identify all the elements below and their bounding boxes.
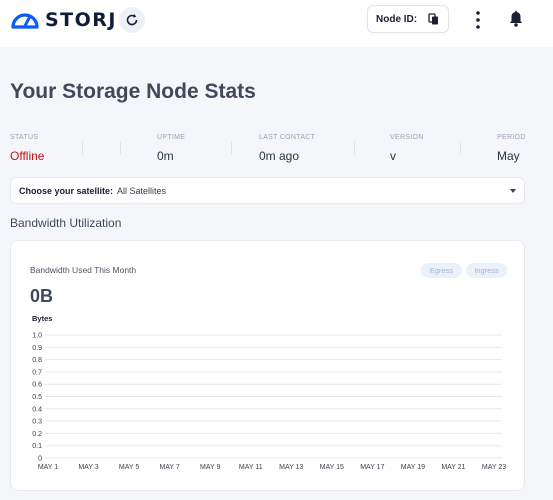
last-contact-label: LAST CONTACT — [259, 134, 316, 141]
chart-y-tick-label: 0.4 — [32, 406, 42, 413]
last-contact-value: 0m ago — [259, 149, 300, 163]
chart-y-tick-label: 0.2 — [32, 431, 42, 438]
storj-logo[interactable]: STORJ — [10, 9, 117, 31]
chart-x-tick-label: MAY 13 — [279, 464, 303, 471]
page-title: Your Storage Node Stats — [10, 80, 256, 103]
version-value: v — [390, 149, 396, 163]
top-header: STORJ Node ID: — [0, 0, 553, 47]
refresh-icon — [126, 14, 138, 26]
version-label: VERSION — [390, 134, 424, 141]
storj-logo-icon — [11, 13, 39, 29]
chart-y-tick-label: 0.5 — [32, 394, 42, 401]
chart-x-tick-label: MAY 23 — [482, 464, 506, 471]
chart-y-tick-label: 0.9 — [32, 345, 42, 352]
kebab-icon[interactable] — [472, 10, 484, 30]
refresh-button[interactable] — [119, 7, 145, 33]
chart-y-tick-label: 0.8 — [32, 357, 42, 364]
period-label: PERIOD — [497, 134, 526, 141]
chart-x-tick-label: MAY 15 — [320, 464, 344, 471]
bandwidth-section-title: Bandwidth Utilization — [10, 216, 122, 230]
chart-y-tick-label: 0.1 — [32, 443, 42, 450]
status-value: Offline — [10, 149, 45, 163]
chart-x-tick-label: MAY 5 — [119, 464, 139, 471]
chart-x-tick-label: MAY 9 — [200, 464, 220, 471]
copy-icon[interactable] — [428, 13, 439, 25]
stat-divider — [120, 141, 121, 155]
stat-divider — [231, 141, 232, 155]
satellite-select-label: Choose your satellite: — [19, 185, 114, 196]
chart-y-tick-label: 0 — [38, 456, 42, 463]
stat-divider — [82, 141, 83, 155]
chart-x-tick-label: MAY 7 — [159, 464, 179, 471]
chart-x-tick-label: MAY 21 — [441, 464, 465, 471]
chart-y-tick-label: 0.7 — [32, 369, 42, 376]
uptime-value: 0m — [157, 149, 174, 163]
chart-y-tick-label: 0.6 — [32, 382, 42, 389]
chart-y-tick-label: 0.3 — [32, 419, 42, 426]
satellite-select[interactable]: Choose your satellite: All Satellites — [10, 177, 525, 204]
brand-name: STORJ — [45, 9, 117, 31]
bell-icon[interactable] — [508, 10, 524, 28]
stat-divider — [354, 141, 355, 155]
bandwidth-chart: 1.0 0.9 0.8 0.7 0.6 0.5 0.4 0.3 0.2 0.1 0MAY 1 MAY … — [32, 333, 506, 472]
chart-x-tick-label: MAY 19 — [401, 464, 425, 471]
status-label: STATUS — [10, 134, 39, 141]
node-id-label: Node ID: — [376, 13, 418, 25]
period-value: May — [497, 149, 520, 163]
chart-x-tick-label: MAY 1 — [38, 464, 58, 471]
uptime-label: UPTIME — [157, 134, 186, 141]
stat-divider — [460, 141, 461, 155]
chart-x-tick-label: MAY 3 — [78, 464, 98, 471]
chevron-down-icon — [510, 189, 516, 193]
node-id-button[interactable]: Node ID: — [367, 5, 449, 33]
chart-x-tick-label: MAY 17 — [360, 464, 384, 471]
chart-x-tick-label: MAY 11 — [239, 464, 263, 471]
chart-y-tick-label: 1.0 — [32, 333, 42, 340]
bandwidth-card: Bandwidth Used This Month Egress Ingress… — [10, 240, 525, 491]
satellite-select-value: All Satellites — [117, 185, 167, 196]
node-stats: STATUS Offline UPTIME 0m LAST CONTACT 0m… — [10, 134, 525, 164]
